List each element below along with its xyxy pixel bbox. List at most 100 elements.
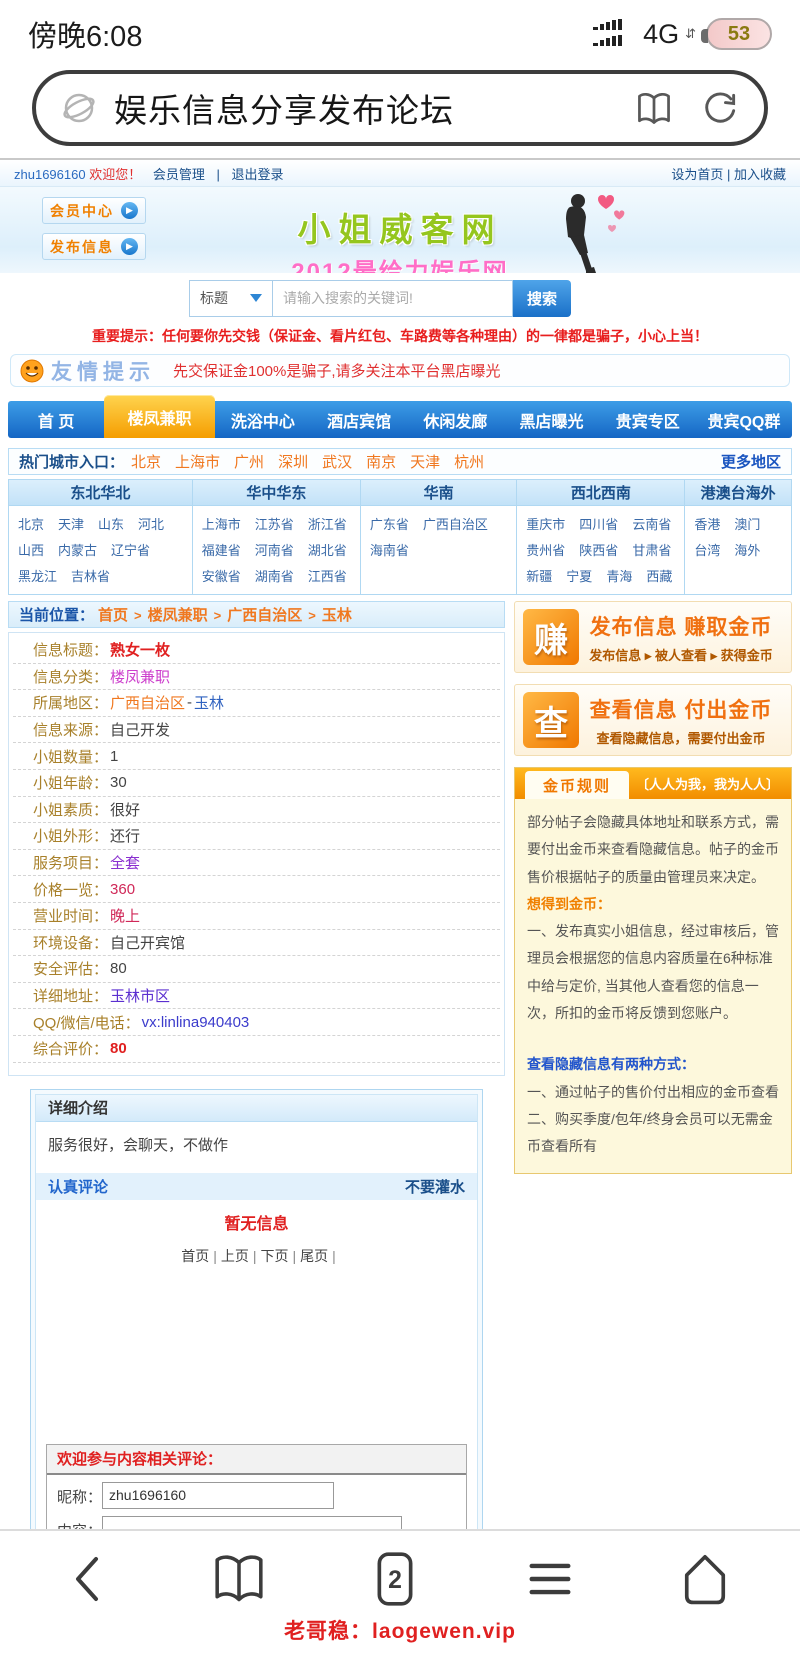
- add-favorite-link[interactable]: 加入收藏: [734, 167, 786, 182]
- province-link[interactable]: 江苏省: [255, 512, 294, 538]
- province-link[interactable]: 香港: [694, 512, 720, 538]
- info-value[interactable]: vx:linlina940403: [142, 1014, 250, 1031]
- earn-coins-banner[interactable]: 赚 发布信息 赚取金币 发布信息 ▸ 被人查看 ▸ 获得金币: [514, 601, 792, 673]
- region-links: 上海市江苏省浙江省福建省河南省湖北省安徽省湖南省江西省: [193, 506, 360, 594]
- menu-button[interactable]: [521, 1549, 579, 1609]
- province-link[interactable]: 澳门: [734, 512, 760, 538]
- province-link[interactable]: 陕西省: [579, 538, 618, 564]
- separator: |: [216, 167, 219, 182]
- nav-tab[interactable]: 洗浴中心: [215, 401, 311, 438]
- earn-banner-title: 发布信息 赚取金币: [579, 611, 783, 641]
- province-link[interactable]: 上海市: [202, 512, 241, 538]
- view-coins-banner[interactable]: 查 查看信息 付出金币 查看隐藏信息，需要付出金币: [514, 684, 792, 756]
- pagination-link[interactable]: 上页: [221, 1248, 249, 1264]
- nav-tab[interactable]: 楼凤兼职: [104, 395, 215, 438]
- province-link[interactable]: 重庆市: [526, 512, 565, 538]
- info-value[interactable]: 广西自治区: [110, 692, 185, 713]
- breadcrumb-link[interactable]: 玉林: [322, 607, 352, 624]
- breadcrumb-link[interactable]: 楼凤兼职: [148, 607, 208, 624]
- status-bar: 傍晚6:08 4G ⇵ 53: [0, 0, 800, 62]
- province-link[interactable]: 海外: [734, 538, 760, 564]
- province-link[interactable]: 内蒙古: [58, 538, 97, 564]
- nav-tab[interactable]: 酒店宾馆: [311, 401, 407, 438]
- province-link[interactable]: 吉林省: [71, 564, 110, 590]
- province-link[interactable]: 青海: [606, 564, 632, 590]
- province-link[interactable]: 四川省: [579, 512, 618, 538]
- search-category-dropdown[interactable]: 标题: [189, 280, 273, 317]
- more-regions-link[interactable]: 更多地区: [721, 451, 781, 472]
- username-link[interactable]: zhu1696160: [14, 167, 86, 182]
- info-row: 价格一览：360: [13, 876, 500, 903]
- back-button[interactable]: [66, 1549, 112, 1609]
- province-link[interactable]: 北京: [18, 512, 44, 538]
- bookmark-book-icon[interactable]: [634, 88, 674, 128]
- province-link[interactable]: 江西省: [308, 564, 347, 590]
- friendly-tip-text: 先交保证金100%是骗子,请多关注本平台黑店曝光: [173, 360, 501, 381]
- tabs-button[interactable]: 2: [366, 1549, 424, 1609]
- province-link[interactable]: 宁夏: [566, 564, 592, 590]
- search-button[interactable]: 搜索: [513, 280, 571, 317]
- province-link[interactable]: 贵州省: [526, 538, 565, 564]
- province-link[interactable]: 海南省: [370, 538, 409, 564]
- home-button[interactable]: [676, 1549, 734, 1609]
- province-link[interactable]: 广东省: [370, 512, 409, 538]
- pagination-link[interactable]: 尾页: [300, 1248, 328, 1264]
- nav-tab[interactable]: 贵宾专区: [600, 401, 696, 438]
- url-text[interactable]: 娱乐信息分享发布论坛: [114, 84, 634, 132]
- globe-icon: [60, 89, 98, 127]
- hot-city-link[interactable]: 天津: [410, 454, 440, 471]
- province-link[interactable]: 辽宁省: [111, 538, 150, 564]
- nav-tab[interactable]: 黑店曝光: [503, 401, 599, 438]
- nav-tab[interactable]: 休闲发廊: [407, 401, 503, 438]
- member-mgmt-link[interactable]: 会员管理: [153, 167, 205, 182]
- set-home-link[interactable]: 设为首页: [671, 167, 723, 182]
- hot-city-link[interactable]: 上海市: [175, 454, 220, 471]
- hot-city-link[interactable]: 深圳: [278, 454, 308, 471]
- province-link[interactable]: 西藏: [646, 564, 672, 590]
- province-link[interactable]: 湖南省: [255, 564, 294, 590]
- breadcrumb-link[interactable]: 广西自治区: [227, 607, 302, 624]
- nav-tab[interactable]: 首 页: [8, 401, 104, 438]
- hot-city-link[interactable]: 广州: [234, 454, 264, 471]
- province-link[interactable]: 浙江省: [308, 512, 347, 538]
- province-link[interactable]: 黑龙江: [18, 564, 57, 590]
- province-link[interactable]: 广西自治区: [423, 512, 488, 538]
- province-link[interactable]: 河南省: [255, 538, 294, 564]
- post-info-button[interactable]: 发布信息 ▶: [42, 233, 146, 260]
- chevron-down-icon: [250, 294, 262, 302]
- nickname-label: 昵称：: [57, 1486, 102, 1507]
- province-link[interactable]: 云南省: [632, 512, 671, 538]
- province-link[interactable]: 山东: [98, 512, 124, 538]
- province-link[interactable]: 甘肃省: [632, 538, 671, 564]
- refresh-icon[interactable]: [700, 88, 740, 128]
- province-link[interactable]: 福建省: [202, 538, 241, 564]
- province-link[interactable]: 天津: [58, 512, 84, 538]
- info-value: -: [187, 694, 192, 711]
- hot-city-link[interactable]: 武汉: [322, 454, 352, 471]
- breadcrumb-separator: >: [134, 608, 142, 623]
- member-center-button[interactable]: 会员中心 ▶: [42, 197, 146, 224]
- breadcrumb-link[interactable]: 首页: [98, 607, 128, 624]
- bookmarks-button[interactable]: [209, 1549, 269, 1609]
- pagination-link[interactable]: 首页: [181, 1248, 209, 1264]
- province-link[interactable]: 河北: [138, 512, 164, 538]
- main-column: 当前位置： 首页>楼凤兼职>广西自治区>玉林 信息标题：熟女一枚信息分类：楼凤兼…: [8, 601, 505, 1665]
- logout-link[interactable]: 退出登录: [232, 167, 284, 182]
- search-input[interactable]: [273, 280, 513, 317]
- info-value[interactable]: 玉林: [194, 692, 224, 713]
- nav-tab[interactable]: 贵宾QQ群: [696, 401, 792, 438]
- pagination-link[interactable]: 下页: [261, 1248, 289, 1264]
- comment-header-right: 不要灌水: [405, 1176, 465, 1197]
- hot-city-link[interactable]: 南京: [366, 454, 396, 471]
- province-link[interactable]: 山西: [18, 538, 44, 564]
- province-link[interactable]: 新疆: [526, 564, 552, 590]
- province-link[interactable]: 安徽省: [202, 564, 241, 590]
- hot-city-link[interactable]: 杭州: [454, 454, 484, 471]
- pagination: 首页|上页|下页|尾页|: [36, 1246, 477, 1266]
- hot-city-link[interactable]: 北京: [131, 454, 161, 471]
- nickname-input[interactable]: [102, 1482, 334, 1509]
- browser-address-bar[interactable]: 娱乐信息分享发布论坛: [32, 70, 768, 146]
- province-link[interactable]: 台湾: [694, 538, 720, 564]
- province-link[interactable]: 湖北省: [308, 538, 347, 564]
- pagination-separator: |: [293, 1248, 297, 1264]
